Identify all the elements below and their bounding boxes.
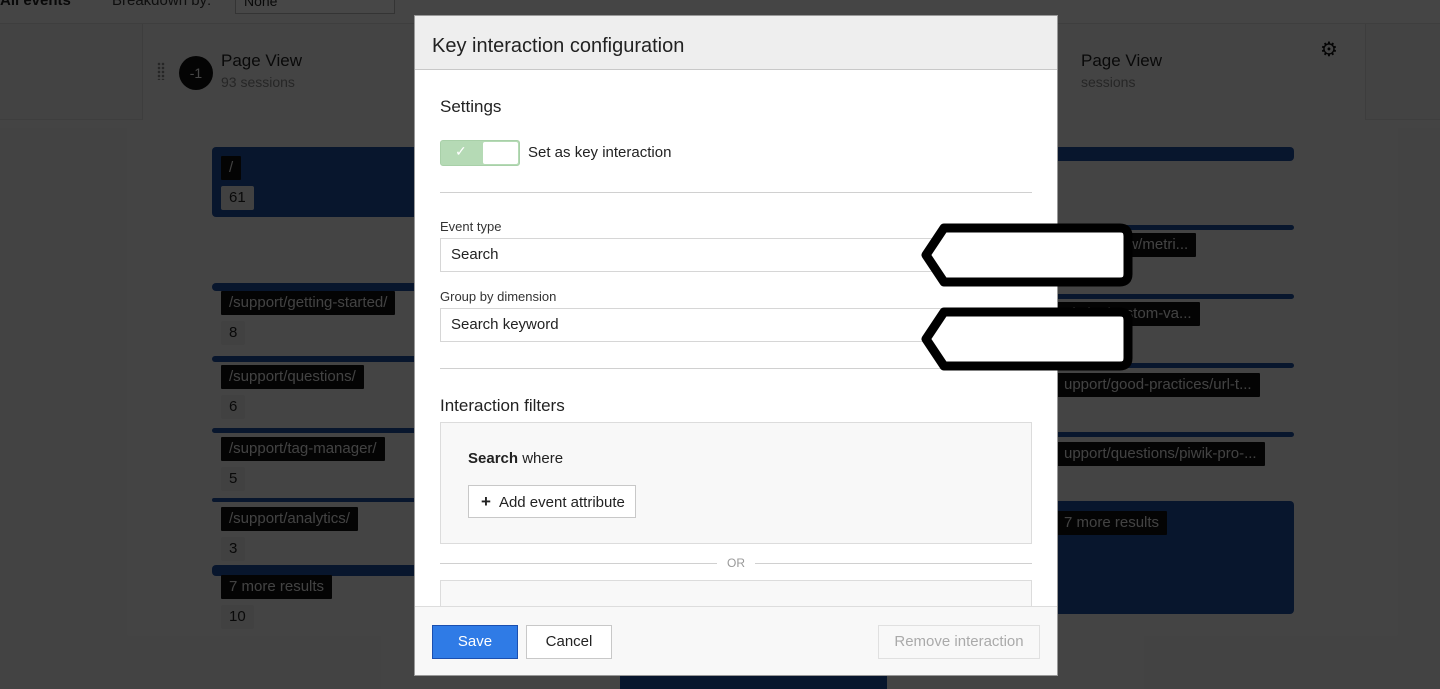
group-by-label: Group by dimension xyxy=(440,289,557,304)
plus-icon: + xyxy=(481,492,491,511)
toggle-label: Set as key interaction xyxy=(528,144,672,161)
callout-arrow-icon xyxy=(921,223,1133,287)
dialog-title: Key interaction configuration xyxy=(432,35,685,57)
dialog-footer: Save Cancel Remove interaction xyxy=(415,606,1057,675)
key-interaction-toggle[interactable]: ✓ xyxy=(440,140,520,166)
save-button[interactable]: Save xyxy=(432,625,518,659)
add-event-attribute-button[interactable]: + Add event attribute xyxy=(468,485,636,518)
divider xyxy=(440,563,717,564)
cancel-button[interactable]: Cancel xyxy=(526,625,612,659)
interaction-filters-heading: Interaction filters xyxy=(440,396,565,415)
toggle-knob xyxy=(483,142,518,164)
divider xyxy=(440,192,1032,193)
check-icon: ✓ xyxy=(455,143,467,159)
or-separator: OR xyxy=(440,556,1032,570)
filter-group xyxy=(440,580,1032,606)
settings-heading: Settings xyxy=(440,97,502,116)
filter-where-label: where xyxy=(518,450,564,467)
filter-where-text: Search where xyxy=(468,450,563,467)
dialog-header: Key interaction configuration xyxy=(415,16,1057,70)
event-type-label: Event type xyxy=(440,219,502,234)
remove-interaction-button[interactable]: Remove interaction xyxy=(878,625,1040,659)
filter-event-name: Search xyxy=(468,450,519,467)
callout-arrow-icon xyxy=(921,307,1133,371)
or-label: OR xyxy=(727,556,745,570)
filter-group: Search where + Add event attribute xyxy=(440,422,1032,544)
divider xyxy=(755,563,1032,564)
add-event-attribute-label: Add event attribute xyxy=(498,494,625,511)
